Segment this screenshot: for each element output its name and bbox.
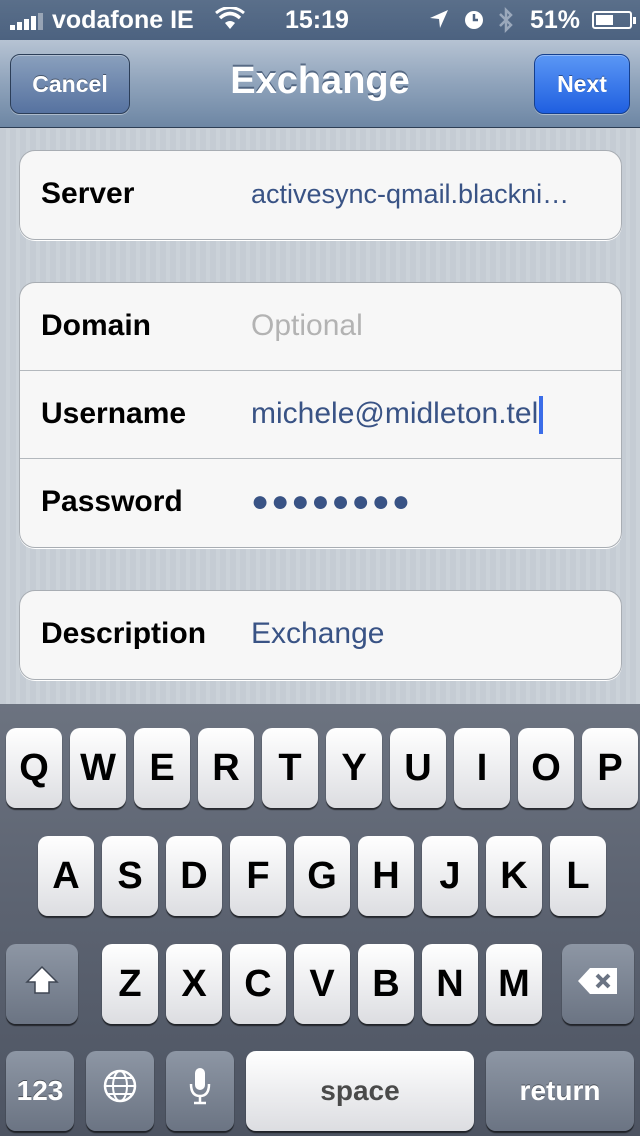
return-key[interactable]: return xyxy=(486,1051,634,1131)
key-n[interactable]: N xyxy=(422,944,478,1024)
key-q[interactable]: Q xyxy=(6,728,62,808)
key-g[interactable]: G xyxy=(294,836,350,916)
key-d[interactable]: D xyxy=(166,836,222,916)
shift-icon xyxy=(24,963,60,1006)
alarm-icon xyxy=(463,9,485,38)
key-j[interactable]: J xyxy=(422,836,478,916)
key-c[interactable]: C xyxy=(230,944,286,1024)
key-a[interactable]: A xyxy=(38,836,94,916)
keyboard: QWERTYUIOP ASDFGHJKL ZXCVBNM 123 space r… xyxy=(0,704,640,1136)
wifi-icon xyxy=(215,6,245,38)
microphone-icon xyxy=(188,1066,212,1116)
next-button[interactable]: Next xyxy=(534,54,630,114)
numbers-key[interactable]: 123 xyxy=(6,1051,74,1131)
username-value: michele@midleton.tel xyxy=(251,397,539,430)
text-cursor xyxy=(539,396,544,435)
location-icon xyxy=(428,8,450,37)
signal-icon xyxy=(10,12,43,30)
key-p[interactable]: P xyxy=(582,728,638,808)
key-s[interactable]: S xyxy=(102,836,158,916)
dictation-key[interactable] xyxy=(166,1051,234,1131)
key-r[interactable]: R xyxy=(198,728,254,808)
domain-row[interactable]: Domain Optional xyxy=(20,283,621,371)
username-field[interactable]: michele@midleton.tel xyxy=(251,371,544,457)
password-field[interactable]: ●●●●●●●● xyxy=(251,459,412,545)
description-field[interactable]: Exchange xyxy=(251,591,384,677)
status-time: 15:19 xyxy=(285,6,349,34)
server-field[interactable]: activesync-qmail.blackni… xyxy=(251,151,569,237)
shift-key[interactable] xyxy=(6,944,78,1024)
description-row[interactable]: Description Exchange xyxy=(20,591,621,679)
description-group: Description Exchange xyxy=(19,590,622,680)
domain-label: Domain xyxy=(41,309,152,342)
key-o[interactable]: O xyxy=(518,728,574,808)
key-h[interactable]: H xyxy=(358,836,414,916)
globe-key[interactable] xyxy=(86,1051,154,1131)
server-label: Server xyxy=(41,177,135,210)
space-key[interactable]: space xyxy=(246,1051,474,1131)
globe-icon xyxy=(102,1068,138,1114)
navigation-bar: Cancel Exchange Next xyxy=(0,40,640,128)
status-bar: vodafone IE 15:19 51% xyxy=(0,0,640,40)
battery-percent: 51% xyxy=(530,6,581,34)
account-group: Domain Optional Username michele@midleto… xyxy=(19,282,622,548)
username-label: Username xyxy=(41,397,187,430)
backspace-key[interactable] xyxy=(562,944,634,1024)
key-f[interactable]: F xyxy=(230,836,286,916)
key-k[interactable]: K xyxy=(486,836,542,916)
key-z[interactable]: Z xyxy=(102,944,158,1024)
key-i[interactable]: I xyxy=(454,728,510,808)
key-w[interactable]: W xyxy=(70,728,126,808)
domain-field[interactable]: Optional xyxy=(251,283,363,369)
key-b[interactable]: B xyxy=(358,944,414,1024)
key-y[interactable]: Y xyxy=(326,728,382,808)
key-x[interactable]: X xyxy=(166,944,222,1024)
backspace-icon xyxy=(576,963,620,1006)
battery-icon xyxy=(592,11,636,29)
password-label: Password xyxy=(41,485,183,518)
key-m[interactable]: M xyxy=(486,944,542,1024)
key-t[interactable]: T xyxy=(262,728,318,808)
username-row[interactable]: Username michele@midleton.tel xyxy=(20,371,621,459)
key-e[interactable]: E xyxy=(134,728,190,808)
carrier-label: vodafone IE xyxy=(52,6,194,34)
description-label: Description xyxy=(41,617,207,650)
password-row[interactable]: Password ●●●●●●●● xyxy=(20,459,621,547)
server-row[interactable]: Server activesync-qmail.blackni… xyxy=(20,151,621,239)
key-l[interactable]: L xyxy=(550,836,606,916)
server-group: Server activesync-qmail.blackni… xyxy=(19,150,622,240)
form-content: Server activesync-qmail.blackni… Domain … xyxy=(0,129,640,704)
bluetooth-icon xyxy=(497,6,515,41)
key-v[interactable]: V xyxy=(294,944,350,1024)
key-u[interactable]: U xyxy=(390,728,446,808)
